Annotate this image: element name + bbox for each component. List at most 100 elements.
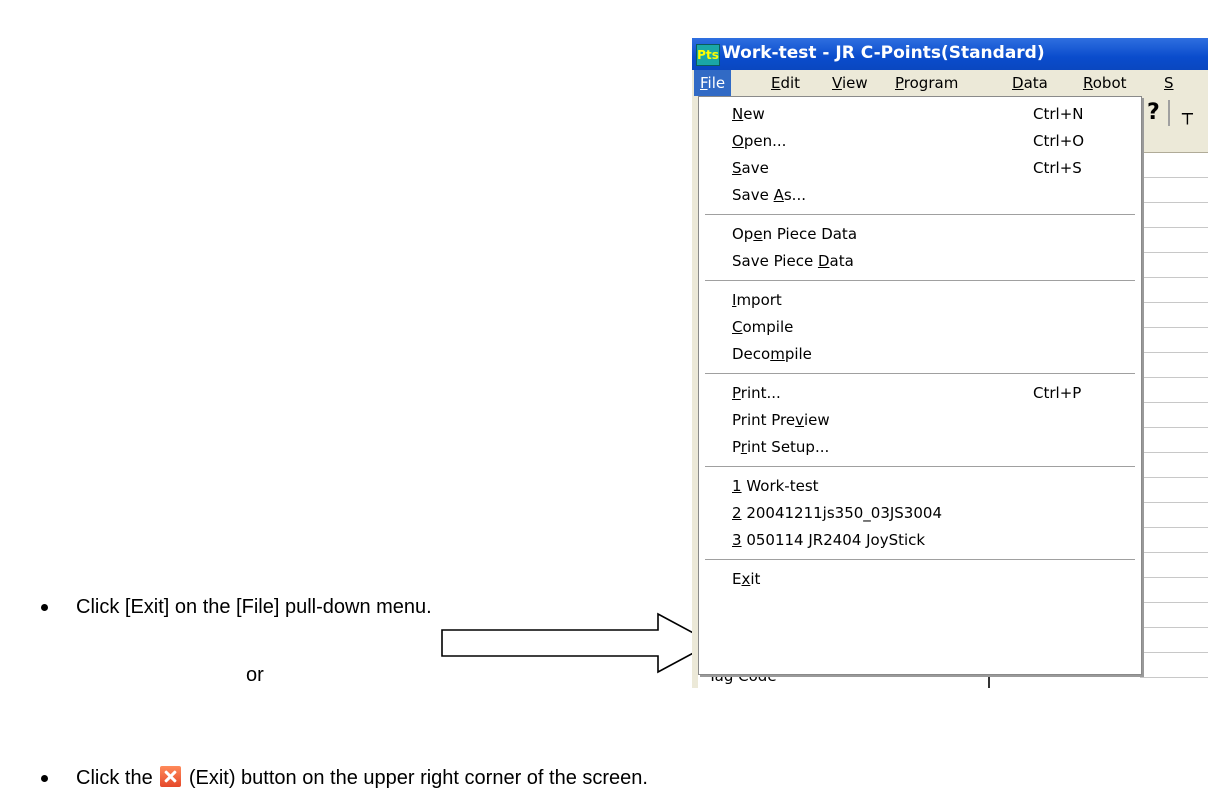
title-bar[interactable]: Pts Work-test - JR C-Points(Standard) — [692, 38, 1208, 70]
app-icon: Pts — [696, 44, 720, 66]
menu-item-1-work-test[interactable]: 1 Work-test — [699, 473, 1141, 500]
toolbar-tool-icon[interactable]: ┬ — [1182, 104, 1193, 125]
menu-item-decompile[interactable]: Decompile — [699, 341, 1141, 368]
label-part: Print Pre — [732, 411, 796, 429]
label-part: iew — [841, 74, 868, 92]
label-part: ave — [741, 159, 769, 177]
close-icon — [160, 766, 182, 787]
mnemonic-key: V — [832, 74, 842, 92]
menu-file[interactable]: File — [694, 70, 732, 96]
menu-program[interactable]: Program — [889, 70, 964, 96]
menu-item-new[interactable]: New Ctrl+N — [699, 101, 1141, 128]
menu-item-exit[interactable]: Exit — [699, 566, 1141, 593]
mnemonic-key: D — [1012, 74, 1024, 92]
menu-separator — [705, 373, 1135, 375]
menu-item-label: Print Setup... — [732, 434, 829, 461]
label-part: Save Piece — [732, 252, 818, 270]
window-title: Work-test - JR C-Points(Standard) — [722, 43, 1045, 63]
mnemonic-key: m — [770, 345, 785, 363]
label-part: ata — [1023, 74, 1048, 92]
mnemonic-key: S — [1164, 74, 1174, 92]
menu-item-2-20041211js350-03js3004[interactable]: 2 20041211js350_03JS3004 — [699, 500, 1141, 527]
menu-item-label: Exit — [732, 566, 760, 593]
label-part: 20041211js350_03JS3004 — [741, 504, 942, 522]
label-part: dit — [780, 74, 801, 92]
menu-item-label: Open Piece Data — [732, 221, 857, 248]
mnemonic-key: C — [732, 318, 743, 336]
label-part: iew — [804, 411, 830, 429]
instruction-text-before: Click the — [76, 767, 153, 789]
or-text: or — [246, 664, 264, 686]
menu-item-label: Save Piece Data — [732, 248, 854, 275]
label-part: n Piece Data — [762, 225, 858, 243]
mnemonic-key: 1 — [732, 477, 742, 495]
menu-item-shortcut: Ctrl+S — [1033, 159, 1082, 177]
menu-item-compile[interactable]: Compile — [699, 314, 1141, 341]
pointer-arrow-icon — [441, 612, 714, 674]
menu-data[interactable]: Data — [1006, 70, 1054, 96]
menu-separator — [705, 466, 1135, 468]
menu-separator — [705, 559, 1135, 561]
label-part: P — [732, 438, 741, 456]
label-part: ompile — [742, 318, 794, 336]
menu-item-save[interactable]: Save Ctrl+S — [699, 155, 1141, 182]
menu-item-print-preview[interactable]: Print Preview — [699, 407, 1141, 434]
mnemonic-key: v — [795, 411, 805, 429]
label-part: pile — [784, 345, 812, 363]
menu-item-label: Print... — [732, 380, 781, 407]
menu-item-open[interactable]: Open... Ctrl+O — [699, 128, 1141, 155]
menu-item-label: Import — [732, 287, 782, 314]
mnemonic-key: e — [753, 225, 763, 243]
help-icon[interactable]: ? — [1147, 100, 1160, 125]
menu-item-save-as[interactable]: Save As... — [699, 182, 1141, 209]
menu-item-import[interactable]: Import — [699, 287, 1141, 314]
mnemonic-key: 2 — [732, 504, 742, 522]
menu-item-label: Print Preview — [732, 407, 830, 434]
label-part: 050114 JR2404 JoyStick — [741, 531, 926, 549]
mnemonic-key: R — [1083, 74, 1093, 92]
menu-item-label: Compile — [732, 314, 793, 341]
bullet-dot — [41, 604, 48, 611]
label-part: Deco — [732, 345, 771, 363]
menu-robot[interactable]: Robot — [1077, 70, 1133, 96]
menu-item-label: 3 050114 JR2404 JoyStick — [732, 527, 925, 554]
label-part: obot — [1092, 74, 1127, 92]
menu-item-label: Open... — [732, 128, 786, 155]
menu-item-label: Save — [732, 155, 769, 182]
menu-edit[interactable]: Edit — [765, 70, 806, 96]
instruction-text-after: (Exit) button on the upper right corner … — [188, 767, 648, 789]
menu-separator — [705, 280, 1135, 282]
menu-item-shortcut: Ctrl+N — [1033, 105, 1084, 123]
mnemonic-key: F — [700, 74, 708, 92]
menu-view[interactable]: View — [826, 70, 874, 96]
mnemonic-key: P — [732, 384, 741, 402]
label-part: pen... — [743, 132, 787, 150]
instruction-text: Click [Exit] on the [File] pull-down men… — [76, 596, 432, 618]
label-part: mport — [736, 291, 782, 309]
menu-item-print[interactable]: Print... Ctrl+P — [699, 380, 1141, 407]
label-part: Work-test — [741, 477, 819, 495]
menu-item-label: New — [732, 101, 765, 128]
label-part: s... — [783, 186, 806, 204]
grid-header — [1140, 130, 1208, 153]
menu-s[interactable]: S — [1158, 70, 1180, 96]
menu-item-3-050114-jr2404-joystick[interactable]: 3 050114 JR2404 JoyStick — [699, 527, 1141, 554]
bullet-dot — [41, 775, 48, 782]
label-part: rogram — [903, 74, 959, 92]
label-part: ew — [743, 105, 765, 123]
menu-item-label: Decompile — [732, 341, 812, 368]
mnemonic-key: N — [732, 105, 744, 123]
label-part: Save — [732, 186, 774, 204]
app-window: Pts Work-test - JR C-Points(Standard) Fi… — [692, 38, 1208, 688]
label-part: ile — [707, 74, 726, 92]
label-part: Op — [732, 225, 754, 243]
label-part: ata — [829, 252, 854, 270]
background-grid — [1140, 153, 1208, 688]
mnemonic-key: A — [773, 186, 784, 204]
label-part: it — [750, 570, 761, 588]
mnemonic-key: S — [732, 159, 742, 177]
menu-item-save-piece-data[interactable]: Save Piece Data — [699, 248, 1141, 275]
menu-item-open-piece-data[interactable]: Open Piece Data — [699, 221, 1141, 248]
menu-item-shortcut: Ctrl+P — [1033, 384, 1082, 402]
menu-item-print-setup[interactable]: Print Setup... — [699, 434, 1141, 461]
